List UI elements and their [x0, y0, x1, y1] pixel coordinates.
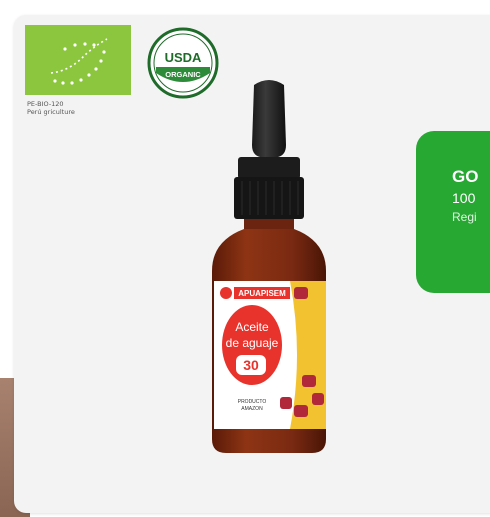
promo-badge: GO 100 Regi: [416, 131, 490, 293]
usda-top-text: USDA: [165, 50, 202, 65]
promo-note: Regi: [452, 210, 477, 224]
eu-code-line1: PE-BIO-120: [27, 100, 64, 108]
brand-name: APUAPISEM: [238, 289, 286, 298]
eu-organic-logo: [25, 25, 131, 95]
product-tagline-line2: AMAZON: [241, 406, 263, 412]
promo-subtitle: 100: [452, 190, 476, 206]
product-image-card: PE-BIO-120 Perú griculture USDA ORGANIC: [14, 15, 490, 513]
dropper-collar: [238, 157, 300, 179]
dropper-cap: [234, 177, 304, 219]
dropper-bulb: [252, 80, 286, 157]
eu-code-line2: Perú griculture: [27, 108, 75, 116]
product-name-line2: de aguaje: [226, 336, 279, 350]
product-volume: 30: [243, 357, 259, 373]
product-name-line1: Aceite: [235, 320, 269, 334]
dropper-bottle: APUAPISEM Aceite de aguaje 30 PRODUCTO A…: [212, 80, 326, 453]
eu-organic-code: PE-BIO-120 Perú griculture: [27, 100, 137, 116]
brand-mark-icon: [220, 287, 232, 299]
product-tagline-line1: PRODUCTO: [238, 399, 267, 405]
promo-title: GO: [452, 167, 479, 186]
